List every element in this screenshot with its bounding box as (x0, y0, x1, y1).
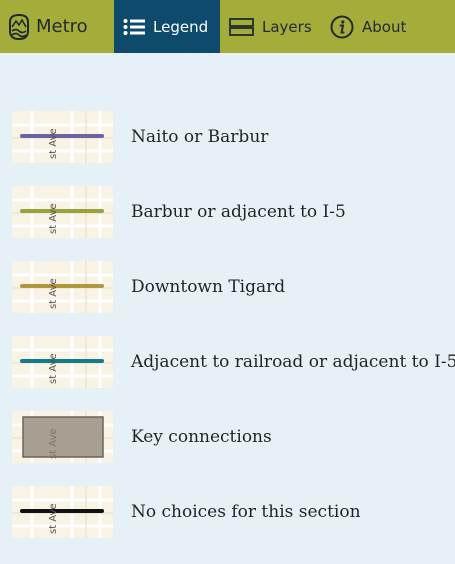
legend-item-label: Naito or Barbur (131, 127, 269, 147)
layers-icon (229, 17, 254, 36)
legend-item-naito-or-barbur: st Ave Naito or Barbur (12, 111, 452, 163)
tab-layers[interactable]: Layers (229, 0, 319, 53)
tab-legend[interactable]: Legend (114, 0, 220, 53)
legend-item-label: No choices for this section (131, 502, 361, 522)
tab-about-label: About (362, 17, 407, 36)
map-street-label: st Ave (48, 503, 59, 534)
legend-item-label: Downtown Tigard (131, 277, 286, 297)
legend-swatch: st Ave (12, 486, 113, 538)
legend-item-label: Adjacent to railroad or adjacent to I-5 (131, 352, 455, 372)
legend-swatch: st Ave (12, 336, 113, 388)
legend-item-barbur-or-adjacent-i5: st Ave Barbur or adjacent to I-5 (12, 186, 452, 238)
legend-item-label: Barbur or adjacent to I-5 (131, 202, 346, 222)
top-navigation-bar: Metro Legend Layers About (0, 0, 455, 53)
tab-layers-label: Layers (262, 17, 312, 36)
brand[interactable]: Metro (8, 0, 88, 53)
legend-item-downtown-tigard: st Ave Downtown Tigard (12, 261, 452, 313)
legend-item-no-choices: st Ave No choices for this section (12, 486, 452, 538)
map-street-label: st Ave (48, 203, 59, 234)
legend-swatch: st Ave (12, 261, 113, 313)
map-street-label: st Ave (48, 428, 59, 459)
legend-swatch: st Ave (12, 411, 113, 463)
map-street-label: st Ave (48, 278, 59, 309)
legend-swatch: st Ave (12, 111, 113, 163)
brand-name: Metro (36, 16, 88, 37)
map-street-label: st Ave (48, 353, 59, 384)
list-icon (123, 18, 145, 36)
legend-item-key-connections: st Ave Key connections (12, 411, 452, 463)
legend-item-adjacent-to-railroad: st Ave Adjacent to railroad or adjacent … (12, 336, 455, 388)
legend-swatch: st Ave (12, 186, 113, 238)
tab-legend-label: Legend (153, 17, 209, 36)
tab-about[interactable]: About (330, 0, 420, 53)
info-icon (330, 15, 354, 39)
legend-item-label: Key connections (131, 427, 272, 447)
metro-logo-icon (9, 13, 29, 40)
map-street-label: st Ave (48, 128, 59, 159)
